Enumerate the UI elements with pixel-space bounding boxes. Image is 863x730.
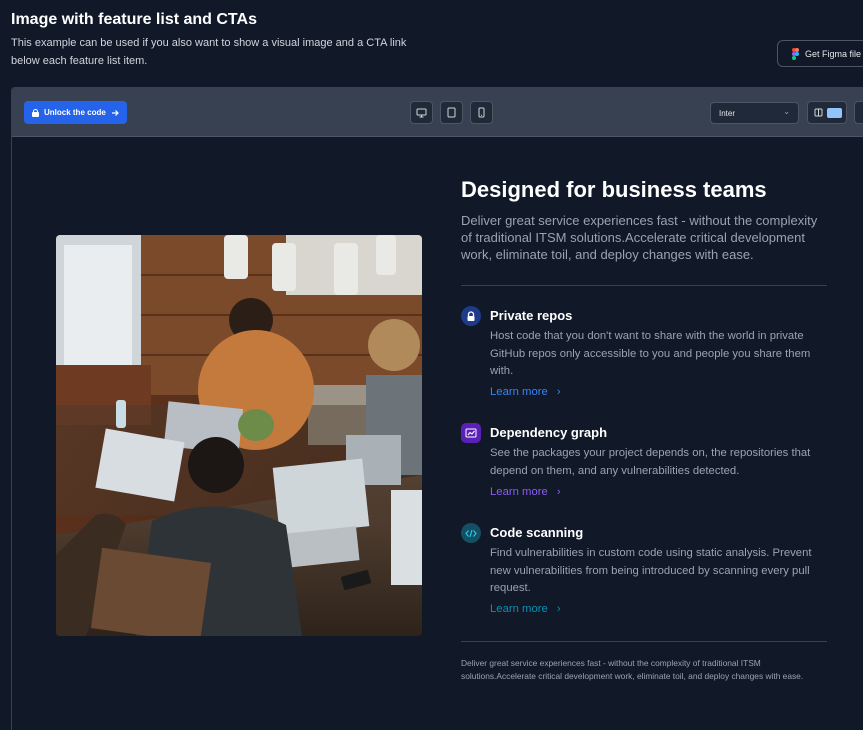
divider-bottom [461, 641, 827, 642]
preview-canvas: Designed for business teams Deliver grea… [12, 137, 863, 730]
learn-more-link[interactable]: Learn more › [490, 603, 561, 615]
learn-more-link[interactable]: Learn more › [490, 386, 561, 398]
font-select[interactable]: Inter ⌄ [710, 102, 799, 124]
unlock-code-label: Unlock the code [44, 108, 106, 117]
learn-more-label: Learn more [490, 603, 548, 615]
figma-icon [792, 48, 799, 60]
learn-more-label: Learn more [490, 486, 548, 498]
feature-description: See the packages your project depends on… [490, 447, 811, 477]
feature-title: Dependency graph [490, 425, 608, 440]
mobile-icon [478, 107, 485, 118]
desktop-view-button[interactable] [410, 101, 433, 124]
arrow-right-icon [111, 109, 119, 116]
mobile-view-button[interactable] [470, 101, 493, 124]
tablet-view-button[interactable] [440, 101, 463, 124]
learn-more-label: Learn more [490, 386, 548, 398]
lock-icon [461, 306, 481, 326]
chevron-right-icon: › [556, 486, 561, 498]
theme-swatch [827, 107, 842, 118]
feature-title: Code scanning [490, 525, 584, 540]
feature-title: Private repos [490, 308, 573, 323]
team-photo [56, 235, 422, 636]
code-icon [461, 523, 481, 543]
divider-top [461, 285, 827, 286]
graph-icon [461, 423, 481, 443]
page-title: Image with feature list and CTAs [11, 11, 257, 28]
learn-more-link[interactable]: Learn more › [490, 486, 561, 498]
get-figma-file-button[interactable]: Get Figma file [777, 40, 863, 67]
chevron-right-icon: › [556, 386, 561, 398]
feature-description: Find vulnerabilities in custom code usin… [490, 547, 812, 594]
preview-frame: Unlock the code Inter ⌄ Designed for bus… [11, 87, 863, 730]
tablet-icon [447, 107, 456, 118]
chevron-right-icon: › [556, 603, 561, 615]
preview-toolbar: Unlock the code Inter ⌄ [12, 88, 863, 137]
get-figma-file-label: Get Figma file [805, 48, 862, 59]
palette-icon [814, 108, 823, 117]
chevron-down-icon: ⌄ [783, 107, 790, 116]
desktop-icon [416, 108, 427, 117]
section-heading: Designed for business teams [461, 177, 767, 202]
feature-description: Host code that you don't want to share w… [490, 330, 811, 377]
section-footnote: Deliver great service experiences fast -… [461, 658, 804, 681]
lock-icon [32, 108, 39, 117]
section-lead: Deliver great service experiences fast -… [461, 213, 818, 262]
unlock-code-button[interactable]: Unlock the code [24, 101, 127, 124]
font-select-value: Inter [719, 108, 736, 118]
page-description: This example can be used if you also wan… [11, 37, 407, 67]
theme-toggle-button[interactable] [807, 101, 847, 124]
more-options-button[interactable] [854, 101, 863, 124]
